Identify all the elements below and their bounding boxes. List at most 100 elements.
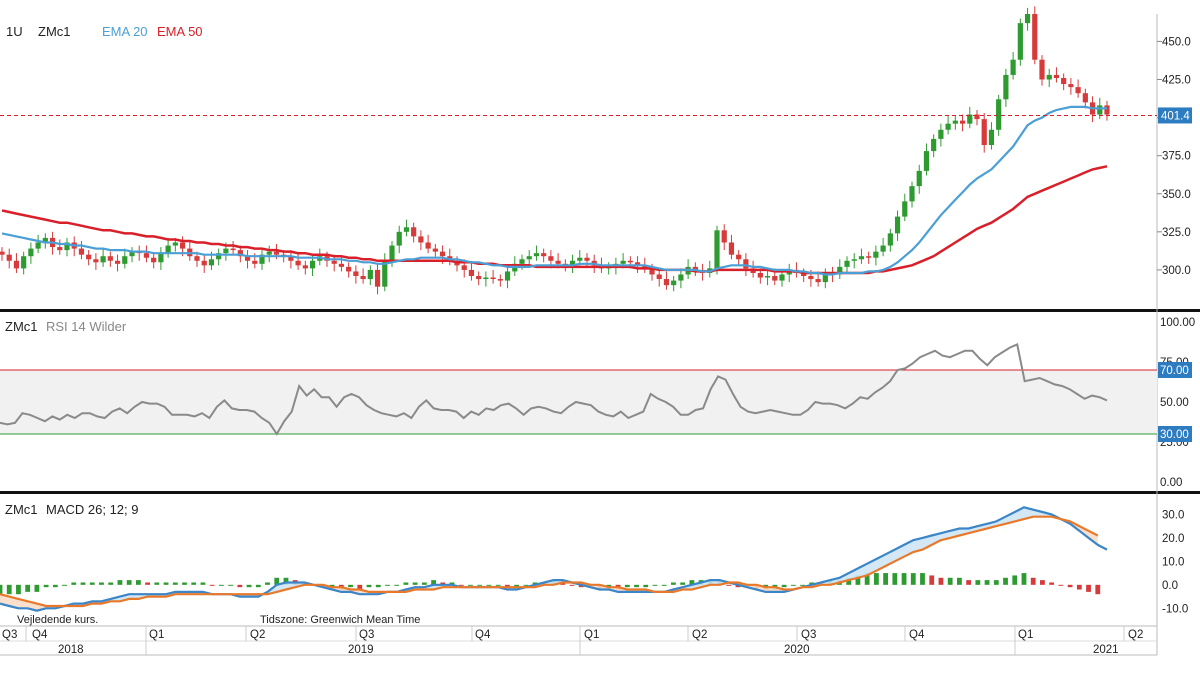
- candle-body: [894, 216, 901, 234]
- candle-body: [273, 251, 280, 255]
- symbol-label: ZMc1: [38, 24, 71, 39]
- candle-body: [151, 257, 157, 263]
- candle-body: [201, 260, 207, 266]
- candle-body: [656, 274, 662, 280]
- candle-body: [122, 256, 128, 264]
- price-tick-label: 350.0: [1162, 189, 1191, 201]
- macd-histogram-bar: [477, 584, 483, 586]
- price-tick-label: 425.0: [1162, 75, 1191, 87]
- ema20-legend[interactable]: EMA 20: [102, 24, 148, 39]
- macd-histogram-bar: [569, 584, 575, 586]
- candle-body: [346, 266, 352, 272]
- candle-body: [483, 277, 489, 280]
- macd-histogram-bar: [1030, 577, 1036, 585]
- candle-body: [497, 279, 503, 281]
- rsi-badge-label: 70.00: [1160, 365, 1189, 377]
- ema50-legend[interactable]: EMA 50: [157, 24, 203, 39]
- candle-body: [844, 260, 850, 267]
- candle-body: [1104, 105, 1110, 115]
- candle-body: [663, 279, 670, 286]
- candle-body: [880, 245, 886, 252]
- candle-body: [208, 259, 215, 266]
- candle-body: [873, 251, 879, 258]
- chart-stage: 300.0325.0350.0375.0400.0425.0450.0401.4…: [0, 0, 1200, 675]
- macd-tick-label: 0.0: [1162, 580, 1178, 592]
- macd-histogram-bar: [929, 575, 935, 585]
- candle-body: [100, 256, 106, 263]
- candle-body: [858, 256, 865, 260]
- macd-histogram-bar: [255, 584, 261, 588]
- macd-histogram-bar: [366, 584, 372, 588]
- macd-histogram-bar: [901, 573, 907, 585]
- year-label: 2020: [784, 644, 810, 656]
- candle-body: [526, 256, 532, 260]
- candle-body: [772, 276, 778, 281]
- panel-separator: [0, 491, 1200, 494]
- candle-body: [779, 274, 785, 281]
- macd-histogram-bar: [163, 582, 169, 585]
- candle-body: [938, 129, 944, 139]
- macd-histogram-bar: [1040, 580, 1045, 585]
- candle-body: [1032, 14, 1038, 60]
- candle-body: [86, 254, 92, 260]
- candle-body: [302, 265, 308, 269]
- candle-body: [1039, 59, 1045, 80]
- macd-histogram-bar: [495, 584, 501, 586]
- macd-histogram-bar: [172, 582, 178, 585]
- candle-body: [555, 260, 561, 264]
- macd-histogram-bar: [200, 582, 206, 585]
- candle-body: [764, 276, 771, 278]
- candle-body: [1010, 59, 1016, 75]
- candle-body: [627, 260, 633, 263]
- macd-histogram-bar: [966, 580, 972, 585]
- macd-histogram-bar: [348, 584, 353, 588]
- candle-body: [1024, 14, 1031, 24]
- last-price-label: 401.4: [1161, 110, 1190, 122]
- macd-tick-label: -10.0: [1162, 603, 1188, 615]
- macd-line: [0, 506, 1108, 612]
- macd-tick-label: 20.0: [1162, 533, 1184, 545]
- candle-body: [728, 242, 735, 255]
- candle-body: [620, 260, 626, 264]
- candle-body: [179, 242, 186, 249]
- candle-body: [1053, 74, 1060, 78]
- candle-body: [194, 256, 200, 261]
- macd-title[interactable]: MACD 26; 12; 9: [46, 502, 139, 517]
- candle-body: [1003, 74, 1009, 100]
- candle-body: [476, 276, 482, 280]
- candle-body: [389, 245, 395, 261]
- candle-body: [1017, 23, 1023, 60]
- candle-body: [584, 257, 590, 261]
- candle-body: [367, 269, 373, 280]
- macd-histogram-bar: [1067, 584, 1073, 588]
- candle-body: [418, 236, 424, 243]
- macd-histogram-bar: [661, 584, 667, 586]
- candle-body: [923, 151, 930, 171]
- rsi-title[interactable]: RSI 14 Wilder: [46, 319, 127, 334]
- candle-body: [678, 274, 684, 281]
- candle-body: [504, 271, 511, 281]
- macd-histogram-bar: [412, 582, 418, 585]
- candle-body: [757, 272, 763, 278]
- candle-body: [353, 271, 359, 277]
- quarter-label: Q4: [909, 629, 925, 641]
- candle-body: [887, 233, 893, 246]
- candle-body: [851, 259, 857, 261]
- macd-histogram-bar: [25, 584, 31, 592]
- candle-body: [21, 256, 27, 269]
- candle-body: [743, 259, 749, 269]
- candle-body: [916, 170, 922, 187]
- candle-body: [490, 277, 496, 280]
- candle-body: [396, 231, 402, 246]
- candle-body: [230, 248, 236, 251]
- quarter-label: Q1: [1018, 629, 1033, 641]
- candle-body: [1068, 84, 1074, 88]
- macd-histogram-bar: [892, 573, 898, 585]
- candle-body: [808, 276, 814, 280]
- candle-body: [959, 120, 966, 124]
- macd-histogram-bar: [385, 584, 390, 586]
- candle-body: [338, 263, 345, 267]
- candle-body: [721, 230, 727, 243]
- macd-histogram-bar: [80, 582, 86, 585]
- panel-separator: [0, 309, 1200, 312]
